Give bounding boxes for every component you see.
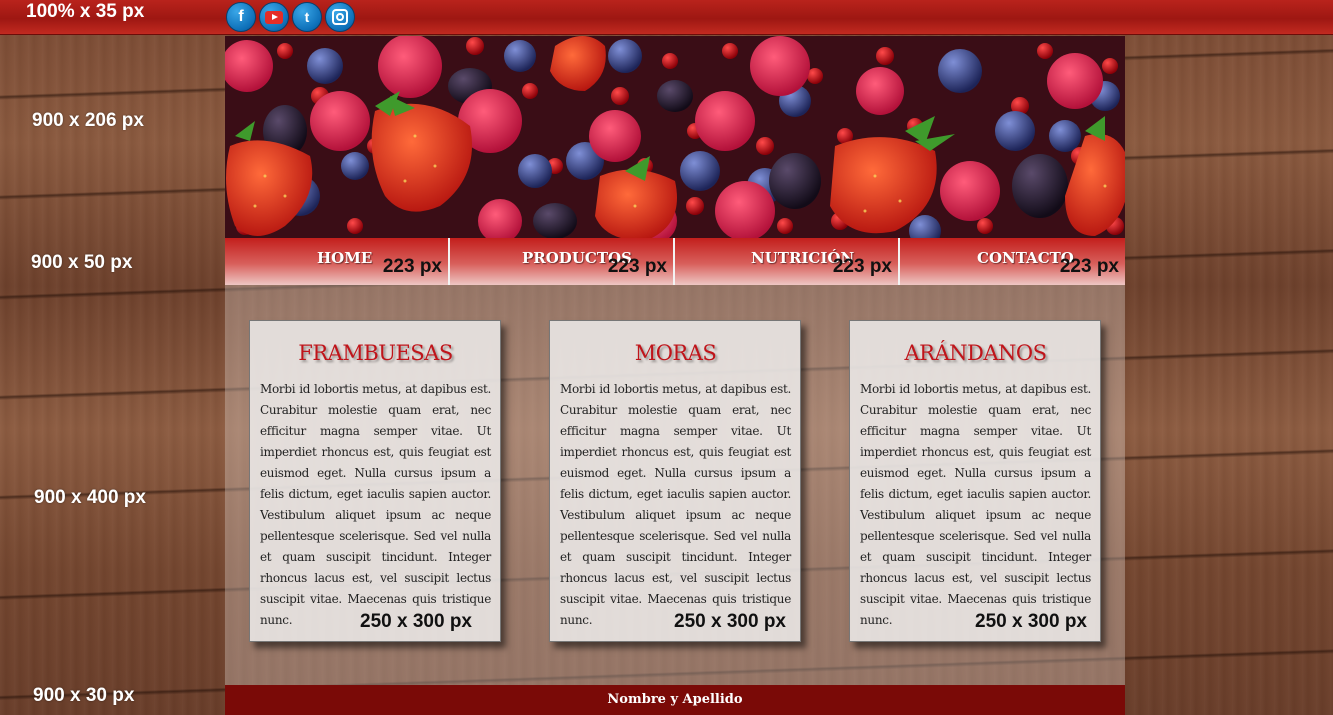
top-bar: 100% x 35 px f t: [0, 0, 1333, 35]
card-size-label: 250 x 300 px: [674, 611, 786, 632]
card-size-label: 250 x 300 px: [975, 611, 1087, 632]
card-title: FRAMBUESAS: [298, 341, 453, 365]
card-body: Morbi id lobortis metus, at dapibus est.…: [260, 382, 491, 627]
nav-item-label: HOME: [317, 249, 373, 267]
berries-illustration: [225, 36, 1125, 238]
card-title: MORAS: [634, 341, 717, 365]
topbar-dimension-label: 100% x 35 px: [26, 1, 145, 22]
facebook-icon[interactable]: f: [226, 2, 256, 32]
product-card-moras: MORAS Morbi id lobortis metus, at dapibu…: [549, 320, 801, 642]
nav-item-size: 223 px: [1059, 256, 1119, 277]
nav-item-size: 223 px: [382, 256, 442, 277]
main-nav: HOME 223 px PRODUCTOS 223 px NUTRICIÓN 2…: [225, 238, 1125, 285]
product-card-frambuesas: FRAMBUESAS Morbi id lobortis metus, at d…: [249, 320, 501, 642]
social-links: f t: [226, 2, 355, 32]
nav-item-nutricion[interactable]: NUTRICIÓN 223 px: [675, 238, 900, 285]
product-card-arandanos: ARÁNDANOS Morbi id lobortis metus, at da…: [849, 320, 1101, 642]
nav-dimension-label: 900 x 50 px: [31, 252, 133, 273]
header-dimension-label: 900 x 206 px: [32, 110, 144, 131]
twitter-icon[interactable]: t: [292, 2, 322, 32]
card-size-label: 250 x 300 px: [360, 611, 472, 632]
footer: Nombre y Apellido: [225, 685, 1125, 715]
nav-item-home[interactable]: HOME 223 px: [225, 238, 450, 285]
hero-berries-image: [225, 36, 1125, 238]
card-title: ARÁNDANOS: [904, 341, 1048, 365]
card-body: Morbi id lobortis metus, at dapibus est.…: [860, 382, 1091, 627]
footer-text: Nombre y Apellido: [607, 692, 743, 707]
footer-dimension-label: 900 x 30 px: [33, 685, 135, 706]
instagram-icon[interactable]: [325, 2, 355, 32]
main-content: FRAMBUESAS Morbi id lobortis metus, at d…: [225, 285, 1125, 685]
nav-item-size: 223 px: [607, 256, 667, 277]
youtube-icon[interactable]: [259, 2, 289, 32]
card-body: Morbi id lobortis metus, at dapibus est.…: [560, 382, 791, 627]
nav-item-productos[interactable]: PRODUCTOS 223 px: [450, 238, 675, 285]
nav-item-contacto[interactable]: CONTACTO 223 px: [900, 238, 1125, 285]
nav-item-size: 223 px: [832, 256, 892, 277]
main-dimension-label: 900 x 400 px: [34, 487, 146, 508]
